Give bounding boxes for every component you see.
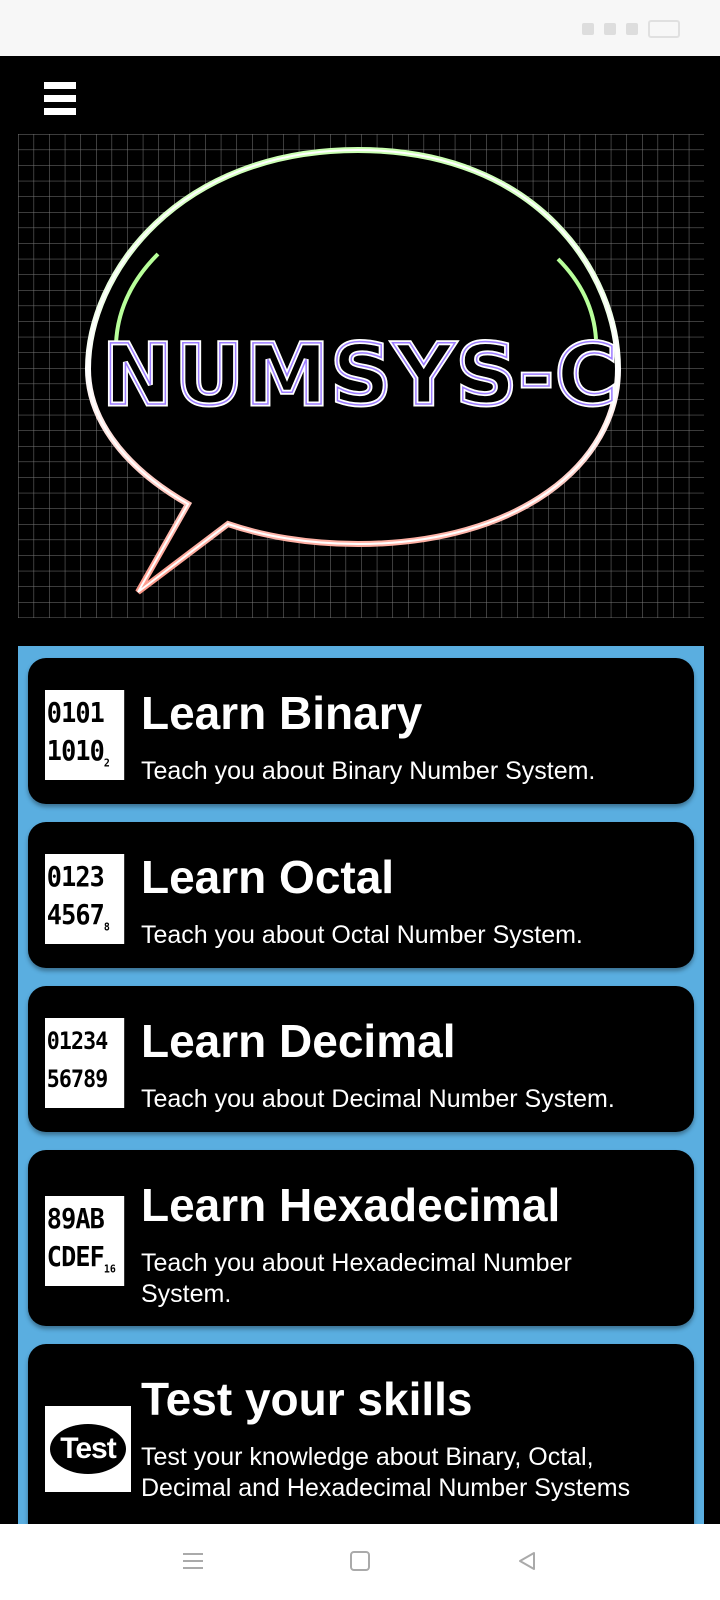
- card-title: Learn Decimal: [141, 1015, 456, 1067]
- test-skills-card[interactable]: Test Test your skills Test your knowledg…: [28, 1344, 694, 1524]
- menu-button[interactable]: [44, 82, 76, 116]
- hexadecimal-digits-icon: 89AB CDEF16: [45, 1196, 125, 1286]
- recent-apps-icon[interactable]: [176, 1544, 210, 1578]
- signal-icon: [626, 23, 638, 35]
- system-navigation-bar: [0, 1524, 720, 1600]
- back-icon[interactable]: [510, 1544, 544, 1578]
- decimal-digits-icon: 01234 56789: [45, 1018, 125, 1108]
- card-title: Learn Hexadecimal: [141, 1179, 561, 1231]
- sim-icon: [582, 23, 594, 35]
- card-title: Learn Binary: [141, 687, 423, 739]
- app-screen: NUMSYS-C NUMSYS-C 0101 10102 Learn Binar…: [0, 56, 720, 1524]
- card-description: Teach you about Hexadecimal Number Syste…: [141, 1249, 572, 1308]
- signal-icon: [604, 23, 616, 35]
- menu-list: 0101 10102 Learn Binary Teach you about …: [18, 646, 704, 1524]
- card-description: Teach you about Octal Number System.: [141, 921, 583, 949]
- card-title: Learn Octal: [141, 851, 395, 903]
- learn-hexadecimal-card[interactable]: 89AB CDEF16 Learn Hexadecimal Teach you …: [28, 1150, 694, 1326]
- battery-icon: [648, 20, 680, 38]
- status-bar: [0, 0, 720, 56]
- learn-binary-card[interactable]: 0101 10102 Learn Binary Teach you about …: [28, 658, 694, 804]
- home-icon[interactable]: [343, 1544, 377, 1578]
- hamburger-icon: [44, 82, 76, 89]
- banner-logo: NUMSYS-C NUMSYS-C: [18, 134, 704, 618]
- status-icons: [582, 20, 680, 38]
- octal-digits-icon: 0123 45678: [45, 854, 125, 944]
- card-title: Test your skills: [141, 1373, 473, 1425]
- card-description: Test your knowledge about Binary, Octal,…: [141, 1443, 631, 1502]
- test-speech-bubble-icon: Test: [45, 1406, 131, 1492]
- learn-decimal-card[interactable]: 01234 56789 Learn Decimal Teach you abou…: [28, 986, 694, 1132]
- svg-text:NUMSYS-C: NUMSYS-C: [103, 326, 619, 424]
- binary-digits-icon: 0101 10102: [45, 690, 125, 780]
- learn-octal-card[interactable]: 0123 45678 Learn Octal Teach you about O…: [28, 822, 694, 968]
- card-description: Teach you about Decimal Number System.: [141, 1085, 615, 1113]
- card-description: Teach you about Binary Number System.: [141, 757, 596, 785]
